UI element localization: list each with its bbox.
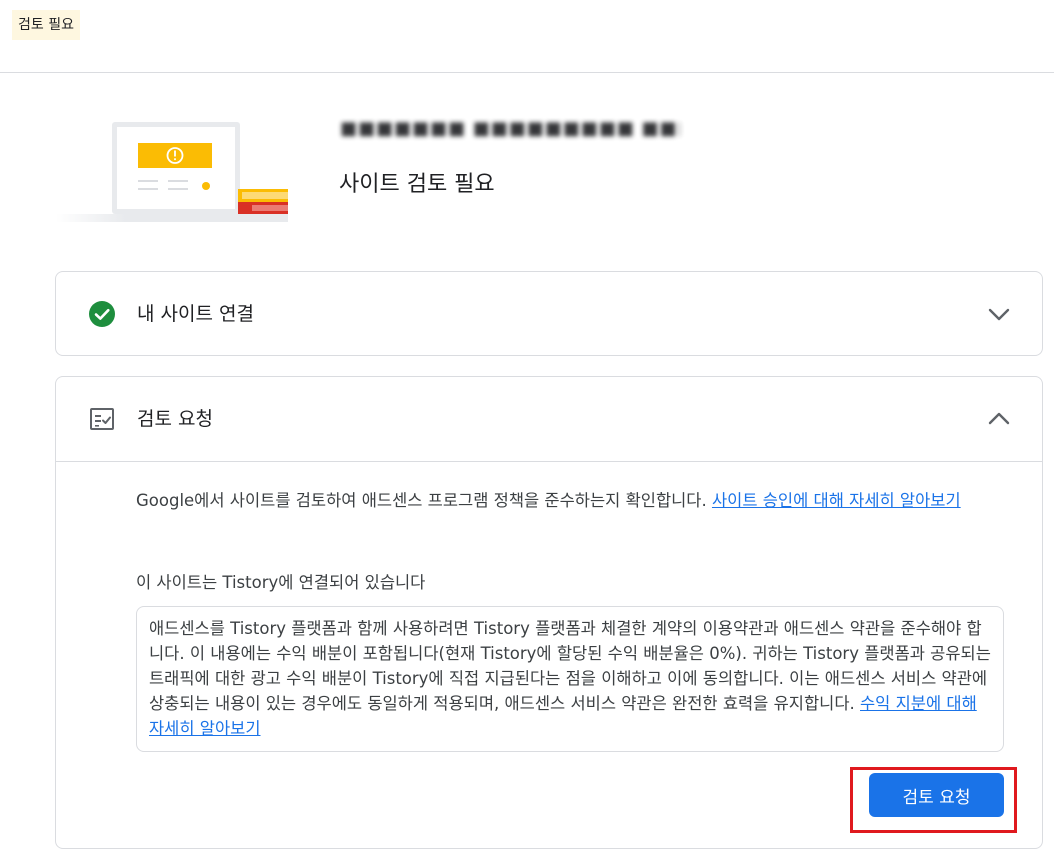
step-connect-site: 내 사이트 연결 <box>55 271 1043 356</box>
site-review-illustration <box>56 122 288 222</box>
platform-terms-box: 애드센스를 Tistory 플랫폼과 함께 사용하려면 Tistory 플랫폼과… <box>136 606 1004 752</box>
chevron-up-icon[interactable] <box>985 405 1013 433</box>
check-circle-icon <box>89 301 115 327</box>
review-description: Google에서 사이트를 검토하여 애드센스 프로그램 정책을 준수하는지 확… <box>136 489 1016 513</box>
step-request-review-header[interactable]: 검토 요청 <box>56 377 1042 462</box>
status-chip: 검토 필요 <box>12 10 80 40</box>
review-intro-text: Google에서 사이트를 검토하여 애드센스 프로그램 정책을 준수하는지 확… <box>136 491 712 510</box>
checklist-icon <box>90 408 114 430</box>
connected-platform-text: 이 사이트는 Tistory에 연결되어 있습니다 <box>136 573 426 592</box>
step-request-review: 검토 요청 Google에서 사이트를 검토하여 애드센스 프로그램 정책을 준… <box>55 376 1043 849</box>
step-connect-site-header[interactable]: 내 사이트 연결 <box>56 272 1042 356</box>
site-name: ■■■■■■■ ■■■■■■■■■ ■■■■ <box>340 118 680 139</box>
request-review-button[interactable]: 검토 요청 <box>869 773 1004 817</box>
site-approval-link[interactable]: 사이트 승인에 대해 자세히 알아보기 <box>712 491 961 510</box>
top-divider <box>0 72 1054 73</box>
step-title: 검토 요청 <box>137 408 213 430</box>
chevron-down-icon[interactable] <box>985 300 1013 328</box>
site-status: 사이트 검토 필요 <box>339 172 495 197</box>
step-title: 내 사이트 연결 <box>137 303 254 325</box>
